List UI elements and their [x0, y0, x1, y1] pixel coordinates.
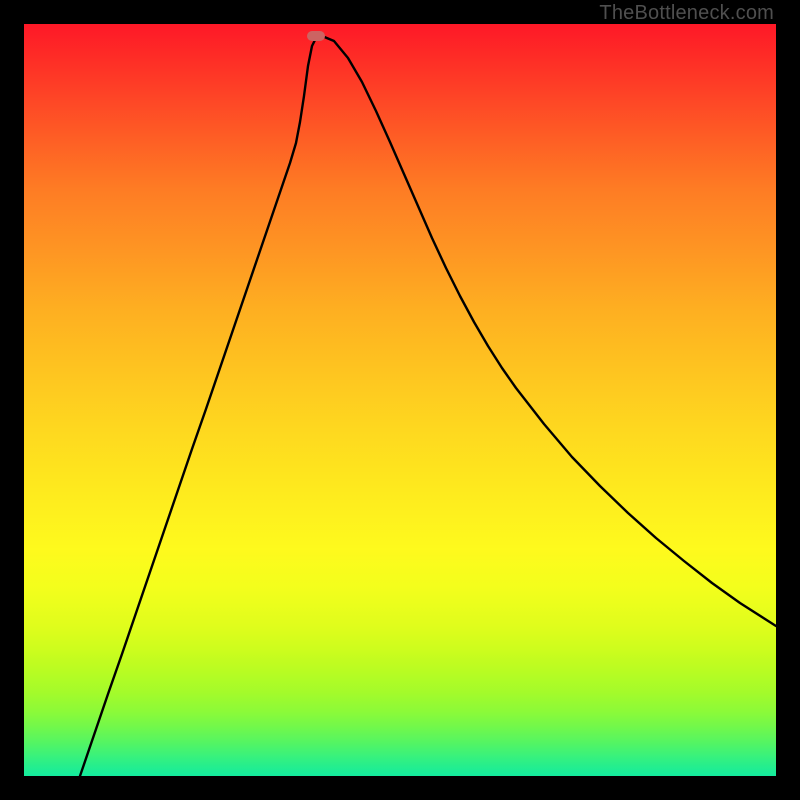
chart-plot-area — [24, 24, 776, 776]
watermark-text: TheBottleneck.com — [599, 2, 774, 25]
